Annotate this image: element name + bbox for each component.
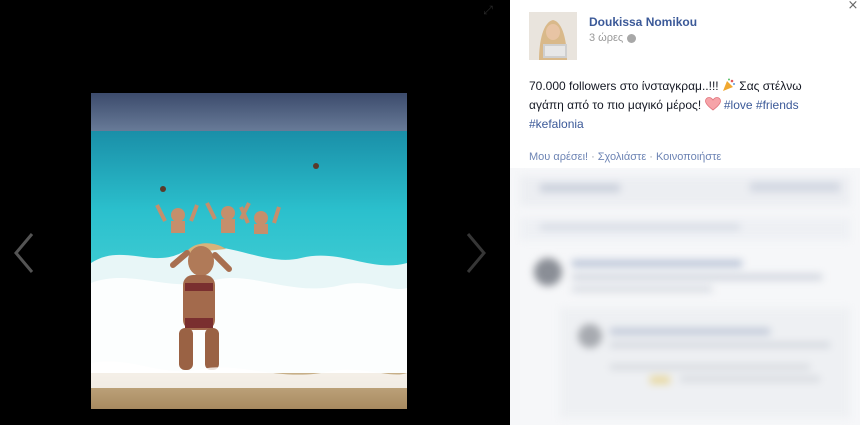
action-separator: · (649, 151, 653, 163)
blurred-comments-image (520, 176, 850, 418)
post-text-part1: 70.000 followers στο ίνσταγκραμ..!!! (529, 79, 722, 93)
heart-icon (704, 97, 721, 111)
comments-area-blurred (510, 168, 860, 425)
author-name[interactable]: Doukissa Nomikou (589, 15, 697, 29)
hashtag-kefalonia[interactable]: #kefalonia (529, 117, 584, 131)
comment-link[interactable]: Σχολιάστε (598, 151, 647, 163)
hashtag-love[interactable]: #love (724, 98, 753, 112)
close-icon[interactable]: × (846, 0, 860, 14)
post-photo[interactable] (91, 93, 407, 409)
avatar[interactable] (529, 12, 577, 60)
post-time[interactable]: 3 ώρες (589, 32, 623, 44)
post-text: 70.000 followers στο ίνσταγκραμ..!!! Σας… (529, 77, 839, 134)
post-details-panel: × Doukissa Nomikou 3 ώρες 70.000 followe… (510, 0, 860, 425)
like-link[interactable]: Μου αρέσει! (529, 151, 588, 163)
share-link[interactable]: Κοινοποιήστε (656, 151, 721, 163)
timestamp-row: 3 ώρες (589, 32, 637, 44)
expand-icon[interactable]: ⤢ (482, 4, 494, 16)
avatar-image (529, 12, 577, 60)
post-actions: Μου αρέσει! · Σχολιάστε · Κοινοποιήστε (529, 151, 721, 163)
chevron-left-icon[interactable] (8, 228, 38, 278)
beach-photo-image (91, 93, 407, 409)
action-separator: · (591, 151, 595, 163)
hashtag-friends[interactable]: #friends (756, 98, 799, 112)
party-popper-icon (722, 78, 735, 91)
chevron-right-icon[interactable] (462, 228, 492, 278)
globe-icon[interactable] (627, 33, 637, 43)
photo-viewer: ⤢ (0, 0, 510, 425)
